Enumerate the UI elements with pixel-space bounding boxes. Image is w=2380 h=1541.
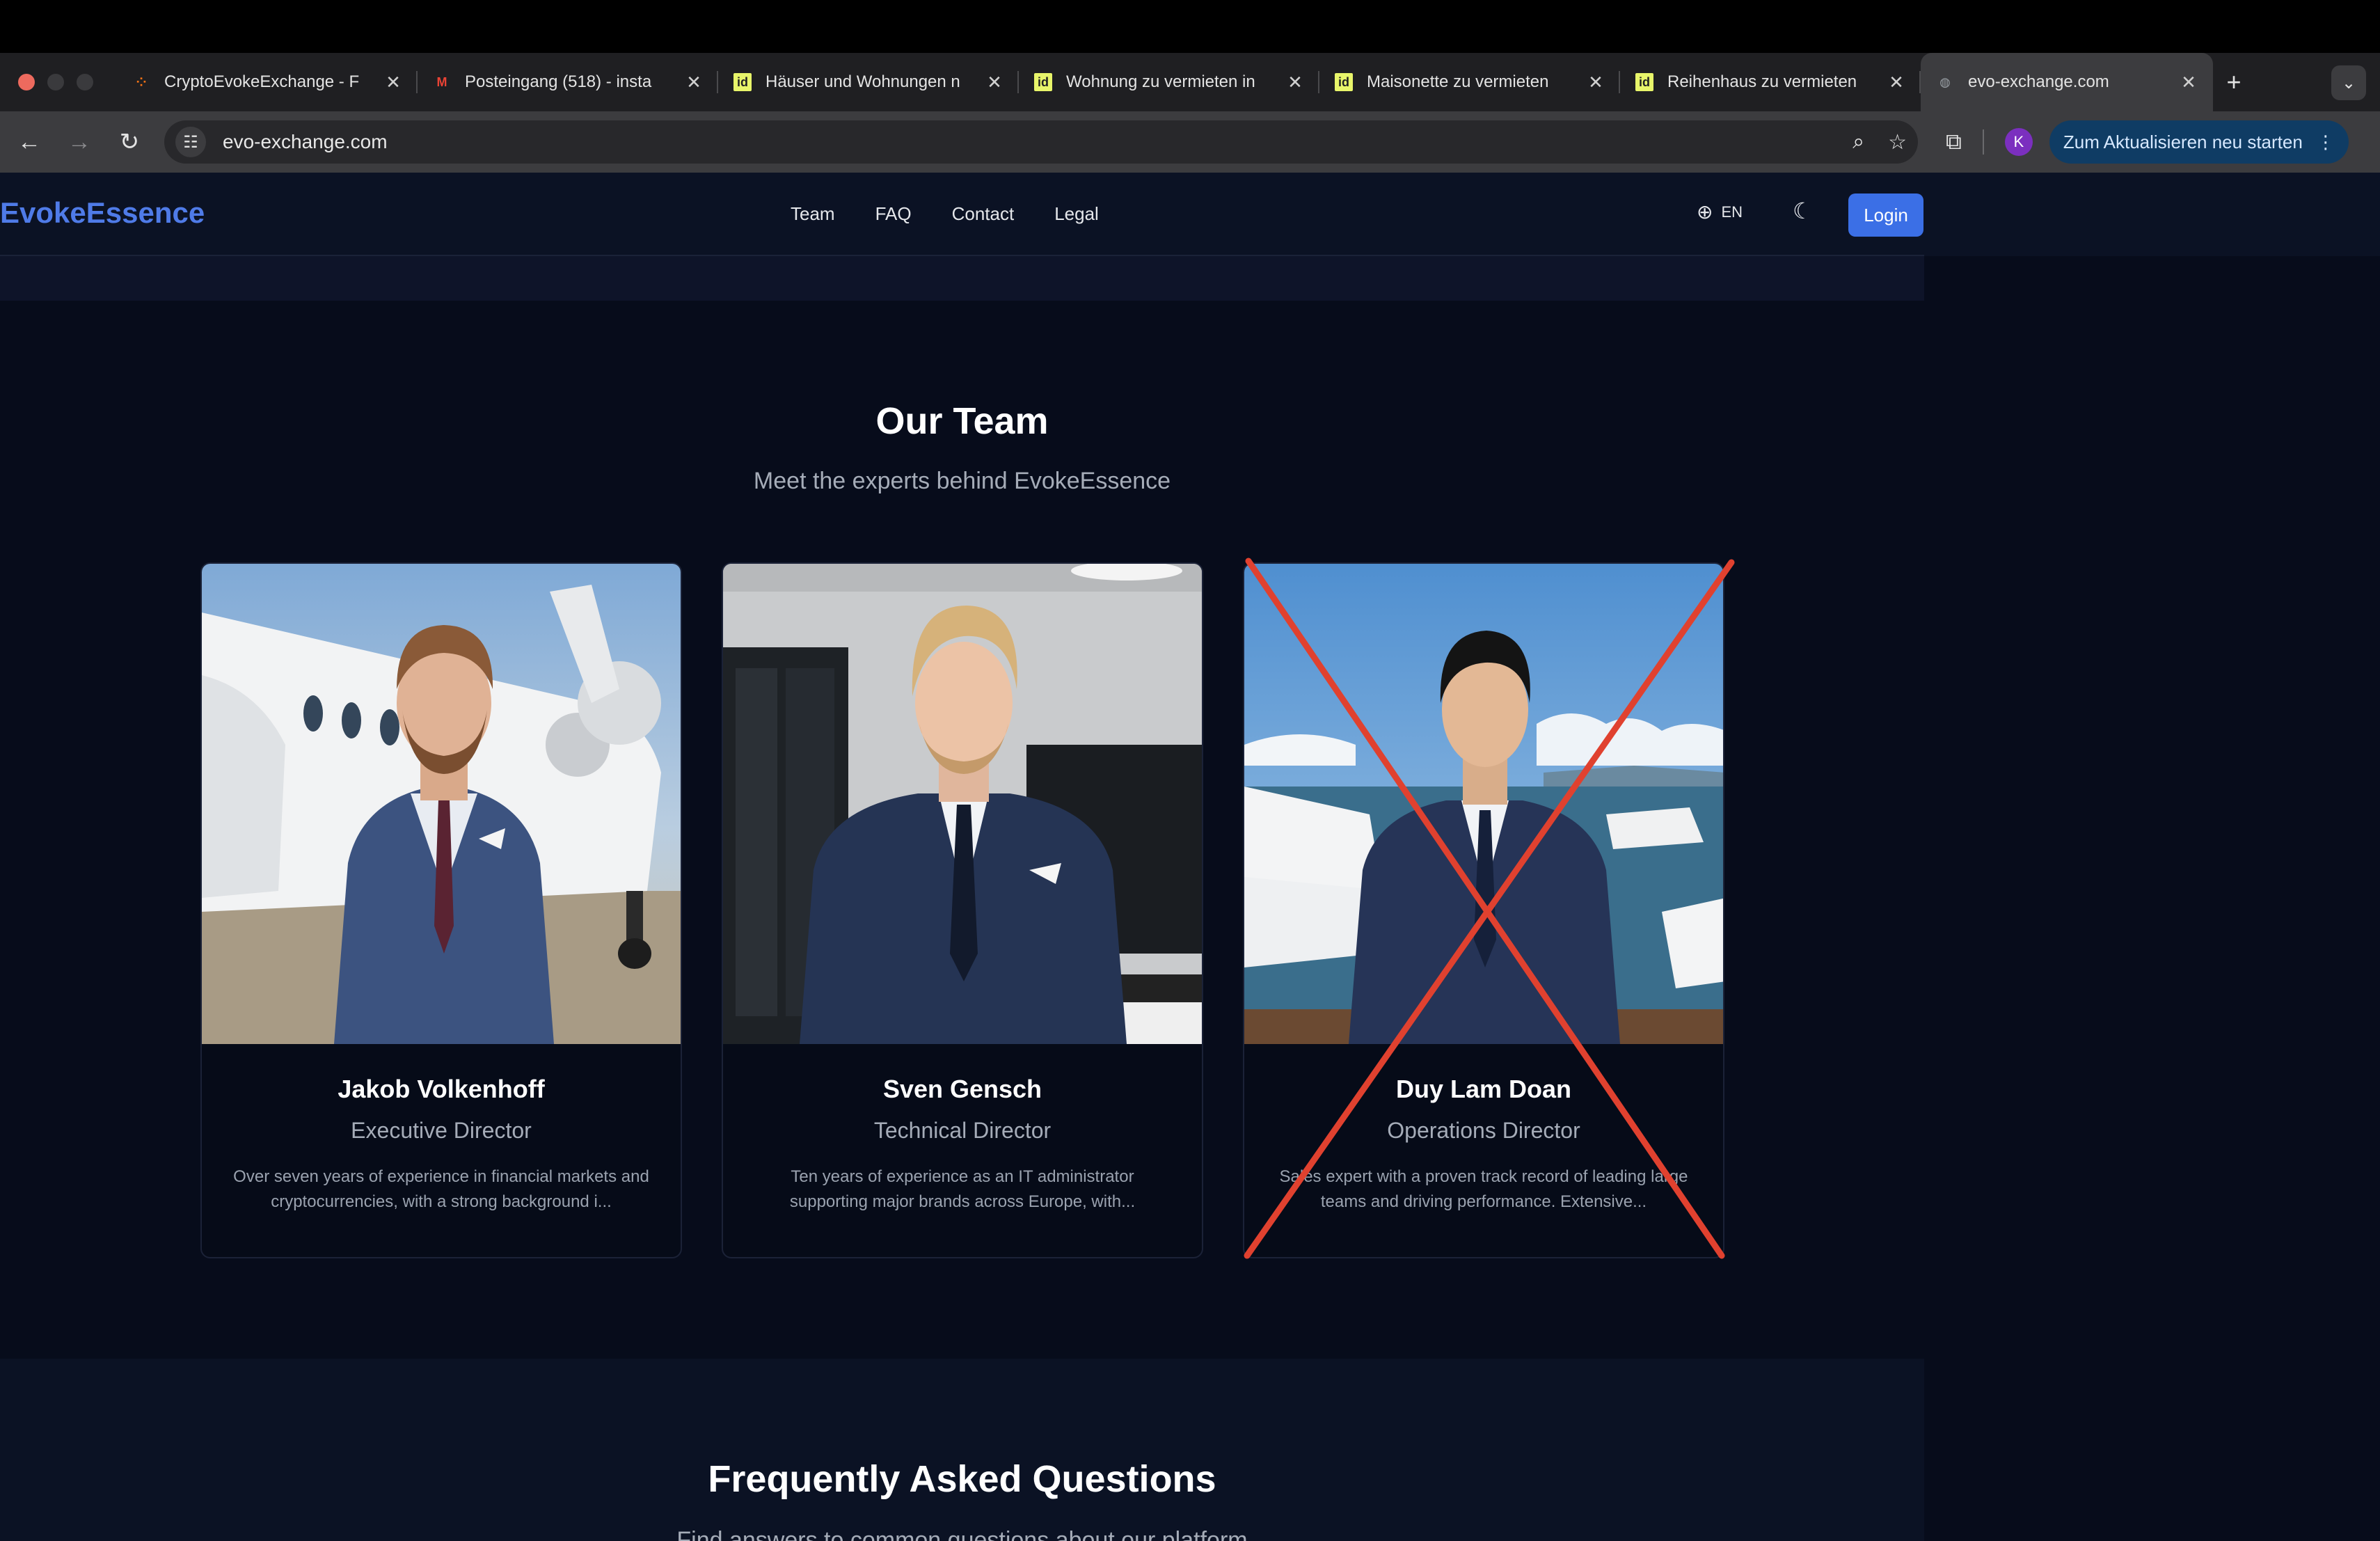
language-label: EN xyxy=(1721,203,1743,221)
photo-office-portrait xyxy=(723,564,1202,1044)
language-switcher[interactable]: ⊕ EN xyxy=(1697,200,1743,223)
team-section-title: Our Team xyxy=(875,400,1049,442)
team-card-crossed-out: Duy Lam Doan Operations Director Sales e… xyxy=(1243,562,1724,1258)
globe-icon: ⊕ xyxy=(1697,201,1713,223)
zoom-window-button[interactable] xyxy=(77,74,93,90)
hero-bottom-band xyxy=(0,256,1924,301)
browser-toolbar: ← → ↻ ☷ evo-exchange.com ⌕ ☆ ⧉ K Zum Akt… xyxy=(0,111,2380,173)
gmail-icon: M xyxy=(436,74,447,89)
bookmark-star-icon[interactable]: ☆ xyxy=(1888,130,1907,155)
reload-icon[interactable]: ↻ xyxy=(109,128,150,156)
nav-link-legal[interactable]: Legal xyxy=(1054,203,1099,225)
address-bar[interactable]: ☷ evo-exchange.com ⌕ ☆ xyxy=(164,120,1918,164)
team-member-bio: Ten years of experience as an IT adminis… xyxy=(789,1167,1136,1211)
tab-title: Reihenhaus zu vermieten xyxy=(1667,72,1857,91)
login-button[interactable]: Login xyxy=(1848,193,1923,237)
team-member-photo xyxy=(202,564,681,1044)
photo-jet-portrait xyxy=(202,564,681,1044)
faq-section-band xyxy=(0,1359,1924,1541)
immo-id-icon: id xyxy=(1333,72,1354,93)
tab-search-chevron-icon[interactable]: ⌄ xyxy=(2331,65,2366,100)
globe-icon: ◍ xyxy=(1939,74,1951,89)
update-button-label: Zum Aktualisieren neu starten xyxy=(2063,131,2303,152)
close-tab-icon[interactable]: ✕ xyxy=(683,72,704,93)
nav-extension xyxy=(1924,173,2380,256)
close-tab-icon[interactable]: ✕ xyxy=(1585,72,1606,93)
browser-tab[interactable]: id Maisonette zu vermieten ✕ xyxy=(1319,53,1620,111)
more-menu-icon[interactable]: ⋮ xyxy=(2317,132,2335,153)
tab-title: evo-exchange.com xyxy=(1968,72,2109,91)
profile-avatar[interactable]: K xyxy=(2004,128,2033,156)
extensions-puzzle-icon[interactable]: ⧉ xyxy=(1946,129,1962,155)
team-member-bio: Over seven years of experience in financ… xyxy=(233,1167,649,1211)
site-info-icon[interactable]: ☷ xyxy=(175,127,206,157)
photo-marina-portrait xyxy=(1244,564,1723,1044)
page-right-gutter xyxy=(1924,173,2380,1541)
team-card: Jakob Volkenhoff Executive Director Over… xyxy=(200,562,682,1258)
faq-section-subtitle: Find answers to common questions about o… xyxy=(676,1527,1248,1541)
browser-tab[interactable]: M Posteingang (518) - insta ✕ xyxy=(418,53,718,111)
team-member-name: Duy Lam Doan xyxy=(1395,1075,1572,1103)
back-arrow-icon[interactable]: ← xyxy=(8,129,50,156)
nav-link-contact[interactable]: Contact xyxy=(952,203,1015,225)
nav-link-team[interactable]: Team xyxy=(791,203,835,225)
browser-tab[interactable]: ⁘ CryptoEvokeExchange - F ✕ xyxy=(117,53,418,111)
web-page: EvokeEssence Team FAQ Contact Legal ⊕ EN… xyxy=(0,173,1924,1541)
tab-title: Maisonette zu vermieten xyxy=(1367,72,1549,91)
close-tab-icon[interactable]: ✕ xyxy=(1886,72,1907,93)
faq-section-title: Frequently Asked Questions xyxy=(708,1458,1216,1500)
dark-mode-moon-icon[interactable]: ☾ xyxy=(1793,198,1813,224)
crypto-evoke-icon: ⁘ xyxy=(136,74,147,89)
update-relaunch-button[interactable]: Zum Aktualisieren neu starten ⋮ xyxy=(2049,120,2349,164)
minimize-window-button[interactable] xyxy=(47,74,64,90)
team-member-photo xyxy=(723,564,1202,1044)
zoom-icon[interactable]: ⌕ xyxy=(1853,130,1864,154)
close-tab-icon[interactable]: ✕ xyxy=(383,72,404,93)
toolbar-divider xyxy=(1982,129,1984,155)
browser-tab-bar: ⁘ CryptoEvokeExchange - F ✕ M Posteingan… xyxy=(0,53,2380,111)
team-card: Sven Gensch Technical Director Ten years… xyxy=(722,562,1203,1258)
window-controls xyxy=(0,74,117,90)
browser-tab-active[interactable]: ◍ evo-exchange.com ✕ xyxy=(1921,53,2213,111)
team-member-bio: Sales expert with a proven track record … xyxy=(1279,1167,1688,1211)
site-nav: Team FAQ Contact Legal xyxy=(791,203,1099,225)
immo-id-icon: id xyxy=(732,72,753,93)
screen-top-strip xyxy=(0,0,2380,53)
close-tab-icon[interactable]: ✕ xyxy=(2178,72,2199,93)
browser-tab[interactable]: id Häuser und Wohnungen n ✕ xyxy=(718,53,1019,111)
nav-link-faq[interactable]: FAQ xyxy=(875,203,912,225)
team-section-subtitle: Meet the experts behind EvokeEssence xyxy=(753,468,1171,494)
close-tab-icon[interactable]: ✕ xyxy=(1285,72,1306,93)
immo-id-icon: id xyxy=(1033,72,1054,93)
tab-title: CryptoEvokeExchange - F xyxy=(164,72,360,91)
new-tab-button[interactable]: + xyxy=(2213,68,2255,97)
brand-logo[interactable]: EvokeEssence xyxy=(0,196,205,230)
tab-title: Häuser und Wohnungen n xyxy=(765,72,960,91)
tab-title: Wohnung zu vermieten in xyxy=(1066,72,1255,91)
close-window-button[interactable] xyxy=(18,74,35,90)
tab-title: Posteingang (518) - insta xyxy=(465,72,652,91)
immo-id-icon: id xyxy=(1634,72,1655,93)
team-member-role: Executive Director xyxy=(351,1118,532,1143)
browser-tab[interactable]: id Wohnung zu vermieten in ✕ xyxy=(1019,53,1319,111)
team-member-role: Technical Director xyxy=(873,1118,1052,1143)
browser-tab[interactable]: id Reihenhaus zu vermieten ✕ xyxy=(1620,53,1921,111)
team-member-name: Jakob Volkenhoff xyxy=(338,1075,545,1103)
team-member-role: Operations Director xyxy=(1387,1118,1580,1143)
forward-arrow-icon[interactable]: → xyxy=(58,129,100,156)
close-tab-icon[interactable]: ✕ xyxy=(984,72,1005,93)
team-member-name: Sven Gensch xyxy=(882,1075,1042,1103)
site-header: EvokeEssence Team FAQ Contact Legal ⊕ EN… xyxy=(0,173,1924,256)
team-member-photo xyxy=(1244,564,1723,1044)
url-text[interactable]: evo-exchange.com xyxy=(223,131,1829,153)
